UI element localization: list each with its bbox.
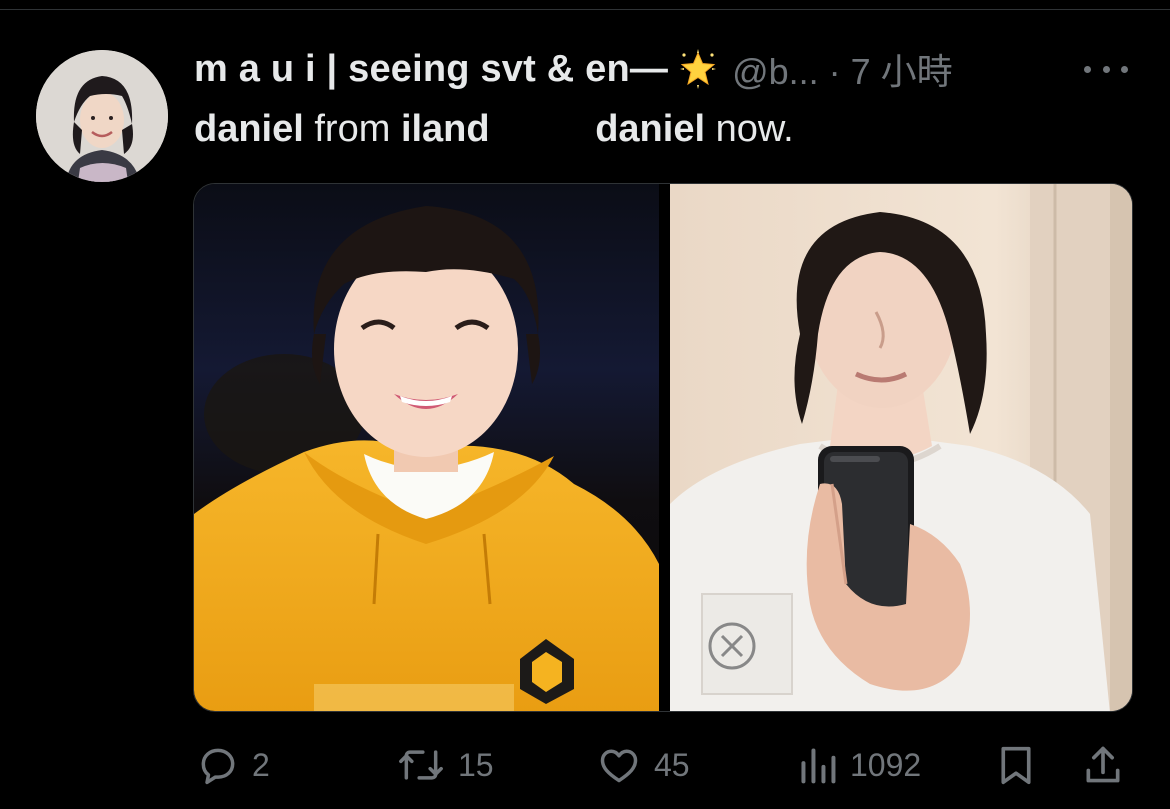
media-photo-right[interactable] <box>670 184 1132 711</box>
tweet-text-part <box>490 108 596 151</box>
display-name[interactable]: m a u i | seeing svt & en— <box>194 48 668 91</box>
more-horizontal-icon[interactable] <box>1084 54 1128 84</box>
tweet-header: m a u i | seeing svt & en— @b... · 7 小時 <box>194 44 953 94</box>
tweet-actions: 2 15 45 1092 <box>0 735 1170 795</box>
avatar[interactable] <box>36 50 168 182</box>
reply-button[interactable]: 2 <box>196 735 270 795</box>
views-button[interactable]: 1092 <box>798 735 921 795</box>
sparkle-star-icon <box>678 49 718 89</box>
views-chart-icon <box>801 748 836 784</box>
avatar-image <box>36 50 168 182</box>
reply-bubble-icon <box>201 748 235 785</box>
tweet-text-part: from <box>303 107 401 150</box>
like-button[interactable]: 45 <box>596 735 690 795</box>
like-count: 45 <box>654 746 690 783</box>
media-photo-left[interactable] <box>194 184 659 711</box>
bookmark-icon <box>1001 746 1031 785</box>
photo-mirror-selfie-white-tshirt <box>670 184 1132 711</box>
views-count: 1092 <box>850 746 922 783</box>
bookmark-button[interactable] <box>996 735 1036 795</box>
tweet-text-part: now. <box>705 107 794 150</box>
top-divider <box>0 0 1170 10</box>
handle-and-timestamp[interactable]: @b... · 7 小時 <box>732 43 953 95</box>
tweet-text-part: iland <box>400 107 490 150</box>
retweet-count: 15 <box>458 746 494 783</box>
photo-young-man-yellow-hoodie <box>194 184 659 711</box>
retweet-button[interactable]: 15 <box>396 735 494 795</box>
tweet-media[interactable] <box>193 183 1133 712</box>
tweet-text-part: daniel <box>595 107 706 150</box>
tweet-text-part: daniel <box>194 107 304 150</box>
tweet-text: daniel from iland daniel now. <box>194 104 794 154</box>
reply-count: 2 <box>252 746 270 783</box>
share-button[interactable] <box>1082 735 1124 795</box>
retweet-icon <box>399 750 443 780</box>
heart-icon <box>600 749 638 783</box>
share-icon <box>1086 746 1120 783</box>
